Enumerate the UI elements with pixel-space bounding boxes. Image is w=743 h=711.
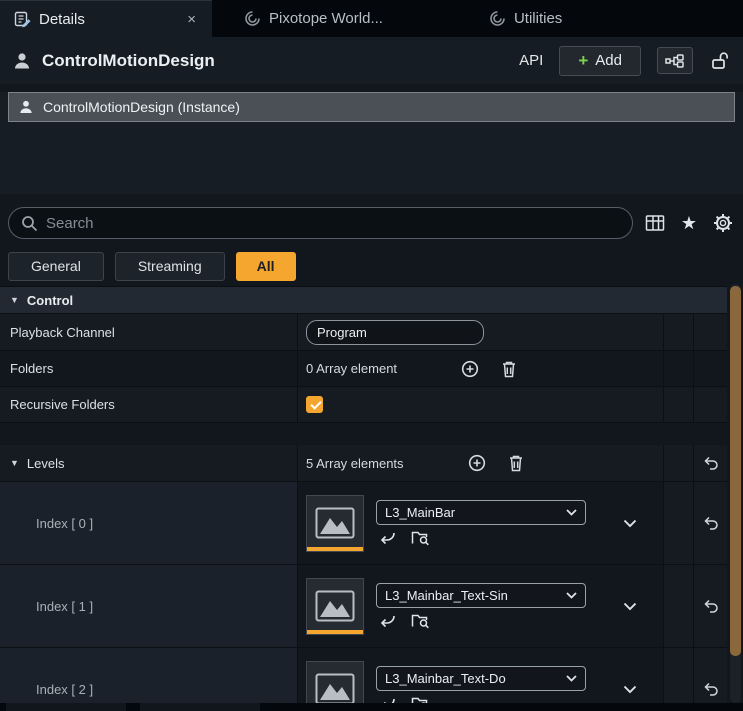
collapse-triangle-icon: ▼ — [10, 295, 19, 305]
bottom-panel-edge — [0, 703, 743, 711]
property-row-playback-channel: Playback Channel — [0, 314, 727, 351]
actor-pawn-icon — [18, 99, 34, 115]
reset-to-default-icon[interactable] — [703, 516, 719, 530]
details-panel-window: Details × Pixotope World... Utilities — [0, 0, 743, 711]
actor-pawn-icon — [12, 51, 32, 71]
asset-name: L3_MainBar — [385, 505, 560, 520]
category-header-control[interactable]: ▼ Control — [0, 287, 727, 314]
tab-label: Utilities — [514, 10, 562, 27]
asset-name: L3_Mainbar_Text-Do — [385, 671, 560, 686]
property-row-levels: ▼ Levels 5 Array elements — [0, 445, 727, 482]
recursive-folders-checkbox[interactable] — [306, 396, 323, 413]
array-summary: 0 Array element — [306, 361, 397, 376]
reset-to-default-icon[interactable] — [703, 456, 719, 470]
property-row-folders: Folders 0 Array element — [0, 351, 727, 387]
filter-general-button[interactable]: General — [8, 252, 104, 281]
lock-details-button[interactable] — [709, 51, 731, 70]
chevron-down-icon — [566, 675, 577, 682]
page-title: ControlMotionDesign — [42, 51, 215, 71]
row-spacer — [0, 423, 727, 445]
chevron-down-icon — [566, 509, 577, 516]
property-label: Levels — [27, 456, 65, 471]
world-spiral-icon — [244, 10, 261, 27]
add-component-button[interactable]: + Add — [559, 46, 641, 76]
vertical-scrollbar[interactable] — [730, 284, 741, 703]
bottom-panel-tab — [140, 703, 260, 711]
expand-row-icon[interactable] — [623, 685, 637, 694]
expand-row-icon[interactable] — [623, 519, 637, 528]
details-tab-icon — [14, 11, 31, 28]
close-tab-icon[interactable]: × — [185, 11, 198, 28]
property-matrix-icon[interactable] — [645, 214, 665, 232]
settings-gear-icon[interactable] — [713, 213, 733, 233]
array-index-label: Index [ 0 ] — [0, 482, 298, 564]
array-summary: 5 Array elements — [306, 456, 404, 471]
level-array-item-0: Index [ 0 ] L3_MainBar — [0, 482, 727, 565]
world-spiral-icon — [489, 10, 506, 27]
tab-details[interactable]: Details × — [0, 0, 212, 37]
reset-to-default-icon[interactable] — [703, 599, 719, 613]
tab-label: Details — [39, 11, 85, 28]
unlocked-padlock-icon — [711, 51, 729, 70]
thumbnail-accent-bar — [307, 630, 363, 634]
instance-label: ControlMotionDesign (Instance) — [43, 99, 240, 115]
property-row-recursive-folders: Recursive Folders — [0, 387, 727, 423]
scrollbar-thumb[interactable] — [730, 286, 741, 656]
search-input[interactable] — [46, 215, 620, 232]
expand-row-icon[interactable] — [623, 602, 637, 611]
add-array-element-icon[interactable] — [468, 454, 486, 472]
level-thumbnail[interactable] — [306, 578, 364, 635]
tab-bar: Details × Pixotope World... Utilities — [0, 0, 743, 37]
level-thumbnail[interactable] — [306, 495, 364, 552]
property-label: Folders — [0, 351, 298, 386]
property-label: Playback Channel — [0, 314, 298, 350]
filter-row: General Streaming All — [0, 246, 743, 286]
asset-dropdown[interactable]: L3_Mainbar_Text-Sin — [376, 583, 586, 608]
add-button-label: Add — [595, 52, 622, 69]
clear-array-trash-icon[interactable] — [508, 454, 524, 472]
instance-row[interactable]: ControlMotionDesign (Instance) — [8, 92, 735, 122]
edit-blueprint-button[interactable] — [657, 47, 693, 74]
category-label: Control — [27, 293, 73, 308]
reset-to-default-icon[interactable] — [703, 682, 719, 696]
use-selected-asset-icon[interactable] — [378, 530, 396, 546]
level-array-item-2: Index [ 2 ] L3_Mainbar_Text-Do — [0, 648, 727, 711]
browse-to-asset-icon[interactable] — [411, 530, 430, 546]
array-index-label: Index [ 1 ] — [0, 565, 298, 647]
collapse-triangle-icon[interactable]: ▼ — [10, 458, 19, 468]
search-box[interactable] — [8, 207, 633, 239]
details-header: ControlMotionDesign API + Add — [0, 37, 743, 84]
tab-pixotope-world[interactable]: Pixotope World... — [230, 0, 397, 37]
favorites-star-icon[interactable]: ★ — [681, 214, 697, 232]
search-icon — [21, 215, 38, 232]
search-row: ★ — [0, 194, 743, 246]
level-array-item-1: Index [ 1 ] L3_Mainbar_Text-Sin — [0, 565, 727, 648]
filter-all-button[interactable]: All — [236, 252, 296, 281]
add-array-element-icon[interactable] — [461, 360, 479, 378]
components-tree: ControlMotionDesign (Instance) — [0, 92, 743, 194]
api-button[interactable]: API — [519, 52, 543, 69]
blueprint-node-icon — [665, 54, 685, 68]
chevron-down-icon — [566, 592, 577, 599]
tab-label: Pixotope World... — [269, 10, 383, 27]
filter-streaming-button[interactable]: Streaming — [115, 252, 225, 281]
asset-dropdown[interactable]: L3_Mainbar_Text-Do — [376, 666, 586, 691]
thumbnail-accent-bar — [307, 547, 363, 551]
bottom-panel-tab — [6, 703, 126, 711]
asset-name: L3_Mainbar_Text-Sin — [385, 588, 560, 603]
playback-channel-input[interactable] — [306, 320, 484, 345]
use-selected-asset-icon[interactable] — [378, 613, 396, 629]
property-grid: ▼ Control Playback Channel Folders 0 Arr… — [0, 286, 727, 711]
clear-array-trash-icon[interactable] — [501, 360, 517, 378]
tab-utilities[interactable]: Utilities — [475, 0, 576, 37]
asset-dropdown[interactable]: L3_MainBar — [376, 500, 586, 525]
plus-icon: + — [578, 52, 588, 69]
browse-to-asset-icon[interactable] — [411, 613, 430, 629]
array-index-label: Index [ 2 ] — [0, 648, 298, 711]
property-label: Recursive Folders — [0, 387, 298, 422]
